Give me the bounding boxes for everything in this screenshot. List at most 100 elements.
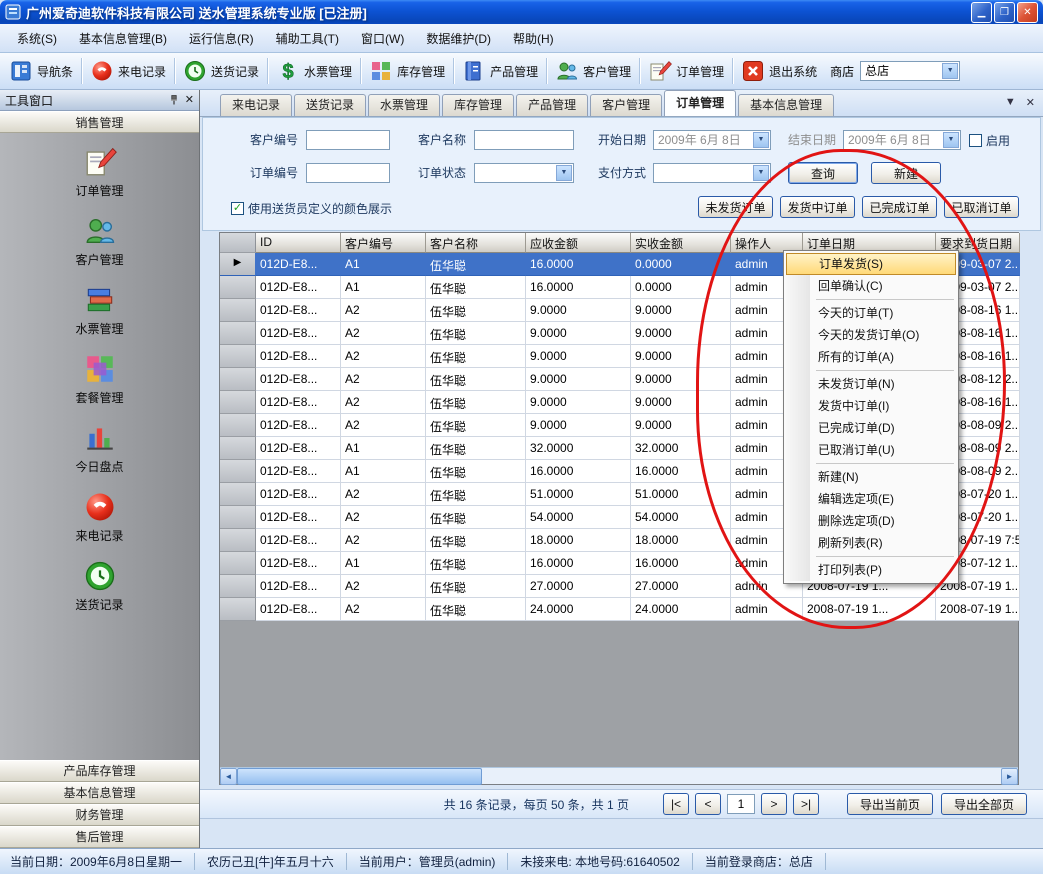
tab-customer[interactable]: 客户管理 (590, 94, 662, 116)
status-filter-completed-orders[interactable]: 已完成订单 (862, 196, 937, 218)
column-header[interactable]: 客户编号 (341, 233, 426, 253)
next-page-button[interactable]: > (761, 793, 787, 815)
scroll-left-icon[interactable]: ◄ (220, 768, 237, 785)
context-menu-item[interactable]: 订单发货(S) (786, 253, 956, 275)
checked-checkbox-icon[interactable]: ✓ (231, 202, 244, 215)
table-cell: 伍华聪 (426, 345, 526, 368)
chevron-down-icon[interactable]: ▼ (942, 63, 958, 79)
chevron-down-icon[interactable]: ▼ (753, 132, 769, 148)
sidebar-group-after-sales[interactable]: 售后管理 (0, 826, 199, 848)
tab-water-ticket[interactable]: 水票管理 (368, 94, 440, 116)
end-date-picker[interactable]: 2009年 6月 8日 ▼ (843, 130, 961, 150)
menu-item-window[interactable]: 窗口(W) (350, 25, 415, 52)
menu-item-data-maintenance[interactable]: 数据维护(D) (415, 25, 502, 52)
context-menu-item[interactable]: 未发货订单(N) (786, 373, 956, 395)
column-header[interactable]: 实收金额 (631, 233, 731, 253)
titlebar[interactable]: 广州爱奇迪软件科技有限公司 送水管理系统专业版 [已注册] ▁ ❐ ✕ (0, 0, 1043, 24)
order-status-select[interactable]: ▼ (474, 163, 574, 183)
sidebar-item-today-inventory[interactable]: 今日盘点 (0, 421, 199, 475)
menu-item-help[interactable]: 帮助(H) (502, 25, 565, 52)
chevron-down-icon[interactable]: ▼ (1005, 96, 1016, 109)
customer-name-input[interactable] (474, 130, 574, 150)
close-button[interactable]: ✕ (1017, 2, 1038, 23)
page-number-input[interactable] (727, 794, 755, 814)
context-menu-item[interactable]: 打印列表(P) (786, 559, 956, 581)
column-header[interactable]: ID (256, 233, 341, 253)
chevron-down-icon[interactable]: ▼ (556, 165, 572, 181)
toolbar-button-incoming-call[interactable]: 来电记录 (85, 56, 171, 86)
checkbox-icon[interactable] (969, 134, 982, 147)
sidebar-item-order-manage[interactable]: 订单管理 (0, 145, 199, 199)
column-header[interactable]: 客户名称 (426, 233, 526, 253)
tab-inventory[interactable]: 库存管理 (442, 94, 514, 116)
tab-call-records[interactable]: 来电记录 (220, 94, 292, 116)
toolbar-button-product[interactable]: 产品管理 (457, 56, 543, 86)
menu-item-basic-info[interactable]: 基本信息管理(B) (68, 25, 178, 52)
minimize-button[interactable]: ▁ (971, 2, 992, 23)
color-display-checkbox[interactable]: ✓ 使用送货员定义的颜色展示 (231, 198, 392, 218)
tab-product[interactable]: 产品管理 (516, 94, 588, 116)
context-menu-item[interactable]: 新建(N) (786, 466, 956, 488)
chevron-down-icon[interactable]: ▼ (943, 132, 959, 148)
query-button[interactable]: 查询 (788, 162, 858, 184)
context-menu-item[interactable]: 今天的订单(T) (786, 302, 956, 324)
column-header[interactable]: 应收金额 (526, 233, 631, 253)
status-filter-cancelled-orders[interactable]: 已取消订单 (944, 196, 1019, 218)
menu-item-assist-tools[interactable]: 辅助工具(T) (265, 25, 350, 52)
toolbar-button-water-ticket[interactable]: $水票管理 (271, 56, 357, 86)
toolbar-button-order[interactable]: 订单管理 (643, 56, 729, 86)
pay-method-select[interactable]: ▼ (653, 163, 771, 183)
sidebar-group-product-inventory[interactable]: 产品库存管理 (0, 760, 199, 782)
status-filter-unshipped-orders[interactable]: 未发货订单 (698, 196, 773, 218)
scrollbar-thumb[interactable] (237, 768, 482, 785)
order-no-input[interactable] (306, 163, 390, 183)
context-menu-item[interactable]: 已完成订单(D) (786, 417, 956, 439)
context-menu-item[interactable]: 已取消订单(U) (786, 439, 956, 461)
export-all-button[interactable]: 导出全部页 (941, 793, 1027, 815)
status-filter-shipping-orders[interactable]: 发货中订单 (780, 196, 855, 218)
sidebar-item-package-manage[interactable]: 套餐管理 (0, 352, 199, 406)
toolbar-button-delivery-record[interactable]: 送货记录 (178, 56, 264, 86)
context-menu-item[interactable]: 删除选定项(D) (786, 510, 956, 532)
sidebar-group-basic-info[interactable]: 基本信息管理 (0, 782, 199, 804)
last-page-button[interactable]: >| (793, 793, 819, 815)
new-button[interactable]: 新建 (871, 162, 941, 184)
sidebar-item-delivery-record[interactable]: 送货记录 (0, 559, 199, 613)
tab-delivery-records[interactable]: 送货记录 (294, 94, 366, 116)
close-icon[interactable]: ✕ (1026, 96, 1035, 109)
enable-label: 启用 (986, 132, 1010, 149)
sidebar-section-sales[interactable]: 销售管理 (0, 111, 199, 133)
maximize-button[interactable]: ❐ (994, 2, 1015, 23)
export-current-button[interactable]: 导出当前页 (847, 793, 933, 815)
context-menu-item[interactable]: 所有的订单(A) (786, 346, 956, 368)
store-select[interactable]: 总店 ▼ (860, 61, 960, 81)
context-menu-item[interactable]: 今天的发货订单(O) (786, 324, 956, 346)
context-menu-item[interactable]: 回单确认(C) (786, 275, 956, 297)
menu-item-runtime-info[interactable]: 运行信息(R) (178, 25, 265, 52)
toolbar-button-exit[interactable]: 退出系统 (736, 56, 822, 86)
prev-page-button[interactable]: < (695, 793, 721, 815)
context-menu-item[interactable]: 发货中订单(I) (786, 395, 956, 417)
first-page-button[interactable]: |< (663, 793, 689, 815)
sidebar-item-customer-manage[interactable]: 客户管理 (0, 214, 199, 268)
menu-item-system[interactable]: 系统(S) (6, 25, 68, 52)
sidebar-group-finance[interactable]: 财务管理 (0, 804, 199, 826)
customer-no-input[interactable] (306, 130, 390, 150)
enable-date-checkbox[interactable]: 启用 (969, 130, 1010, 150)
horizontal-scrollbar[interactable]: ◄ ► (220, 767, 1018, 784)
tab-basic-info[interactable]: 基本信息管理 (738, 94, 834, 116)
start-date-picker[interactable]: 2009年 6月 8日 ▼ (653, 130, 771, 150)
chevron-down-icon[interactable]: ▼ (753, 165, 769, 181)
toolbar-button-customer[interactable]: 客户管理 (550, 56, 636, 86)
sidebar-item-incoming-call[interactable]: 来电记录 (0, 490, 199, 544)
close-icon[interactable]: ✕ (185, 95, 194, 106)
sidebar-item-water-ticket-manage[interactable]: 水票管理 (0, 283, 199, 337)
toolbar-button-navigator[interactable]: 导航条 (4, 56, 78, 86)
pin-icon[interactable] (168, 94, 180, 106)
scroll-right-icon[interactable]: ► (1001, 768, 1018, 785)
context-menu-item[interactable]: 刷新列表(R) (786, 532, 956, 554)
context-menu-item[interactable]: 编辑选定项(E) (786, 488, 956, 510)
table-row[interactable]: 012D-E8...A2伍华聪24.000024.0000admin2008-0… (220, 598, 1018, 621)
toolbar-button-inventory[interactable]: 库存管理 (364, 56, 450, 86)
tab-order[interactable]: 订单管理 (664, 90, 736, 116)
